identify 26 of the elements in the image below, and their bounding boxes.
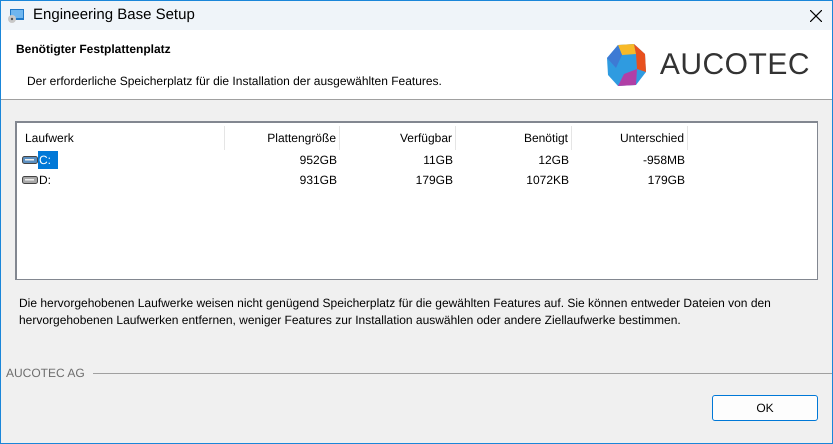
column-header[interactable]: Unterschied [572,126,688,150]
drive-icon [22,156,38,164]
column-header[interactable]: Benötigt [456,126,572,150]
table-cell-text: 931GB [298,172,338,189]
column-header[interactable]: Verfügbar [340,126,456,150]
drive-icon [22,176,38,184]
drive-label[interactable]: D: [38,171,52,189]
table-cell-text: 12GB [537,152,570,169]
table-cell-text: 11GB [422,152,454,169]
company-label: AUCOTEC AG [6,365,85,382]
column-header[interactable]: Plattengröße [225,126,340,150]
drive-label[interactable]: C: [38,151,58,169]
ok-button[interactable]: OK [712,395,818,421]
window-title: Engineering Base Setup [33,5,195,26]
table-cell-text: 1072KB [525,172,570,189]
page-description: Der erforderliche Speicherplatz für die Installation der ausgewählten Features. [27,73,443,90]
warning-message: Die hervorgehobenen Laufwerke weisen nicht genügend Speicherplatz für die gewählten Features auf. Sie können entweder Dateien von den hervorgehobenen Laufwerken entfernen, weniger Features zur Installation auswählen oder andere Ziellaufwerke bestimmen. [18,295,772,329]
page-heading: Benötigter Festplattenplatz [16,41,172,58]
brand-logo-text: AUCOTEC [660,47,810,83]
setup-app-icon [7,8,25,24]
table-cell-text: -958MB [642,152,686,169]
column-header[interactable]: Laufwerk [22,126,225,150]
table-cell-text: 179GB [646,172,686,189]
close-icon[interactable] [810,10,822,22]
table-cell-text: 952GB [298,152,338,169]
table-cell-text: 179GB [414,172,454,189]
